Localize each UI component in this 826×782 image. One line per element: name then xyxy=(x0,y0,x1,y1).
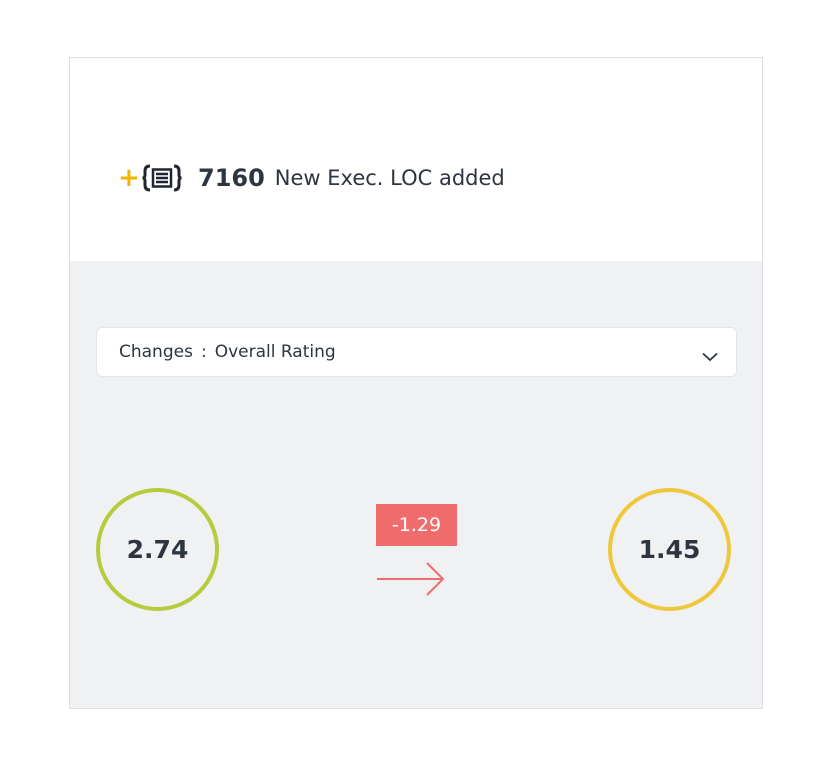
loc-count: 7160 xyxy=(198,164,265,192)
dropdown-separator: : xyxy=(200,342,207,362)
loc-summary-panel: + 7160 New Exec. LOC added xyxy=(70,58,762,261)
code-braces-icon xyxy=(142,164,182,192)
rating-after-value: 1.45 xyxy=(638,535,701,564)
loc-summary-row: + 7160 New Exec. LOC added xyxy=(118,162,505,194)
dropdown-selected-value: Overall Rating xyxy=(214,342,336,362)
rating-delta-badge: -1.29 xyxy=(376,504,457,546)
loc-rating-card: + 7160 New Exec. LOC added Changes : Ove… xyxy=(69,57,763,709)
plus-icon: + xyxy=(118,163,140,193)
rating-before-value: 2.74 xyxy=(126,535,189,564)
loc-description: New Exec. LOC added xyxy=(274,166,505,190)
arrow-right-icon xyxy=(375,561,447,601)
dropdown-label: Changes xyxy=(119,342,193,362)
rating-delta-value: -1.29 xyxy=(391,514,442,536)
rating-before-circle: 2.74 xyxy=(96,488,219,611)
chevron-down-icon[interactable] xyxy=(702,347,718,366)
metric-dropdown[interactable]: Changes : Overall Rating xyxy=(96,327,737,377)
rating-change-panel: Changes : Overall Rating 2.74 -1.29 1.45 xyxy=(70,261,762,708)
rating-after-circle: 1.45 xyxy=(608,488,731,611)
